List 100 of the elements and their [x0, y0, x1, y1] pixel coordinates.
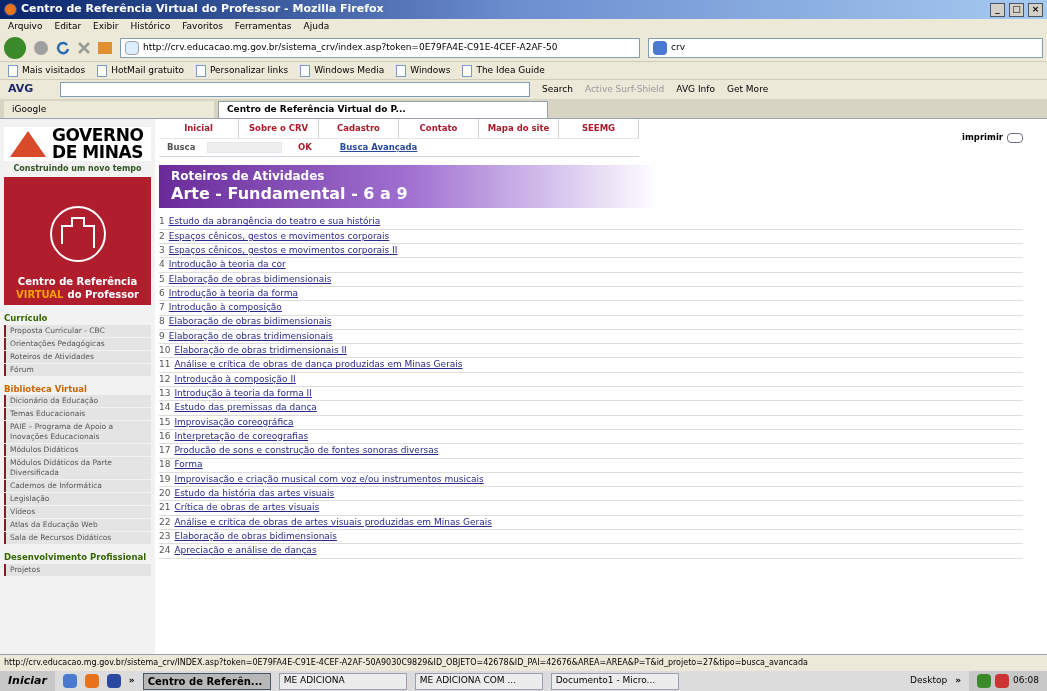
menu-item[interactable]: Histórico — [130, 19, 171, 34]
building-drawing — [47, 204, 108, 264]
top-nav-link[interactable]: Contato — [399, 119, 479, 138]
taskbar-button[interactable]: ME ADICIONA — [278, 672, 407, 690]
activity-link[interactable]: Introdução à teoria da forma II — [174, 386, 312, 401]
toolbar-button[interactable]: Search — [542, 82, 573, 97]
activity-link[interactable]: Improvisação e criação musical com voz e/ou instrumentos musicais — [174, 472, 484, 487]
activity-link[interactable]: Elaboração de obras tridimensionais — [168, 329, 333, 344]
search-label: Busca — [166, 140, 197, 154]
sidebar-heading: Biblioteca Virtual — [4, 383, 88, 395]
window-control[interactable]: □ — [1009, 2, 1024, 17]
activity-number: 24 — [159, 544, 171, 558]
stop-icon[interactable] — [78, 41, 90, 54]
crv-title: Centro de Referência — [17, 276, 138, 289]
activity-number: 15 — [159, 415, 171, 429]
menu-item[interactable]: Ferramentas — [234, 19, 292, 34]
activity-number: 5 — [159, 272, 165, 286]
activity-number: 13 — [159, 386, 171, 400]
activity-link[interactable]: Estudo da abrangência do teatro e sua história — [168, 215, 381, 229]
activity-link[interactable]: Interpretação de coreografias — [174, 429, 309, 444]
top-nav-link[interactable]: SEEMG — [559, 119, 639, 138]
taskbar-button[interactable]: Documento1 - Micro... — [550, 672, 679, 690]
activity-number: 8 — [159, 315, 165, 329]
activity-link[interactable]: Elaboração de obras tridimensionais II — [174, 344, 347, 358]
browser-tab[interactable]: Centro de Referência Virtual do P... — [218, 101, 548, 118]
search-field[interactable]: crv — [648, 37, 1043, 58]
advanced-search-link[interactable]: Busca Avançada — [339, 140, 418, 154]
avg-search-field[interactable] — [60, 82, 530, 97]
start-button[interactable]: Iniciar — [0, 671, 55, 691]
logo-text: DE MINAS — [52, 144, 144, 161]
activity-link[interactable]: Forma — [174, 458, 203, 472]
bookmark[interactable]: HotMail gratuito — [97, 63, 184, 78]
tray-chevron[interactable]: » — [955, 674, 962, 688]
activity-link[interactable]: Análise e crítica de obras de dança produzidas em Minas Gerais — [174, 358, 463, 372]
activity-number: 16 — [159, 429, 171, 443]
activity-number: 10 — [159, 344, 171, 358]
taskbar-button[interactable]: ME ADICIONA COM ... — [414, 672, 543, 690]
bookmark[interactable]: The Idea Guide — [462, 63, 545, 78]
site-search-field[interactable] — [207, 141, 282, 153]
reload-icon[interactable] — [56, 40, 70, 55]
window-title: Centro de Referência Virtual do Professor - Mozilla Firefox — [21, 1, 385, 18]
menu-item[interactable]: Favoritos — [182, 19, 223, 34]
triangle-logo-icon — [8, 129, 48, 159]
menu-item[interactable]: Arquivo — [8, 19, 43, 34]
activity-link[interactable]: Estudo da história das artes visuais — [174, 487, 335, 501]
activity-number: 4 — [159, 258, 165, 272]
activity-link[interactable]: Apreciação e análise de danças — [174, 544, 317, 558]
logo-text: GOVERNO — [52, 127, 144, 144]
taskbar-button[interactable]: Centro de Referên... — [142, 672, 271, 690]
activity-link[interactable]: Producão de sons e construção de fontes sonoras diversas — [174, 444, 439, 458]
avg-logo[interactable]: AVG — [8, 81, 48, 98]
activity-link[interactable]: Improvisação coreográfica — [174, 415, 294, 430]
activity-number: 20 — [159, 487, 171, 501]
toolbar-button[interactable]: AVG Info — [676, 82, 715, 97]
activity-number: 7 — [159, 301, 165, 315]
activity-number: 6 — [159, 286, 165, 300]
page-icon — [125, 40, 139, 55]
menu-item[interactable]: Editar — [54, 19, 82, 34]
banner-subtitle: Arte - Fundamental - 6 a 9 — [171, 183, 409, 204]
toolbar-button[interactable]: Get More — [726, 82, 769, 97]
activity-link[interactable]: Introdução à teoria da cor — [168, 258, 286, 272]
top-nav-link[interactable]: Cadastro — [319, 119, 399, 138]
activity-link[interactable]: Espaços cênicos, gestos e movimentos corporais — [168, 229, 390, 244]
activity-number: 22 — [159, 515, 171, 529]
banner-title: Roteiros de Atividades — [171, 168, 326, 184]
top-nav-link[interactable]: Sobre o CRV — [239, 119, 319, 138]
menu-item[interactable]: Exibir — [93, 19, 119, 34]
activity-number: 3 — [159, 244, 165, 257]
window-control[interactable]: _ — [990, 2, 1005, 17]
top-nav-link[interactable]: Mapa do site — [479, 119, 559, 138]
activity-number: 11 — [159, 358, 171, 372]
browser-tab[interactable]: iGoogle — [4, 101, 214, 118]
activity-link[interactable]: Elaboração de obras bidimensionais — [174, 529, 338, 544]
top-nav-link[interactable]: Inicial — [159, 119, 239, 138]
activity-number: 1 — [159, 215, 165, 229]
activity-number: 2 — [159, 229, 165, 243]
address-field[interactable]: http://crv.educacao.mg.gov.br/sistema_crv/index.asp?token=0E79FA4E-C91E-4CEF-A2AF-50 — [120, 37, 640, 58]
bookmark[interactable]: Windows Media — [300, 63, 385, 78]
activity-link[interactable]: Introdução à composição — [168, 301, 282, 315]
window-control[interactable]: × — [1028, 2, 1043, 17]
desktop-label[interactable]: Desktop — [910, 674, 948, 688]
activity-link[interactable]: Estudo das premissas da dança — [174, 401, 317, 415]
activity-link[interactable]: Espaços cênicos, gestos e movimentos corporais II — [168, 244, 398, 258]
activity-link[interactable]: Análise e crítica de obras de artes visuais produzidas em Minas Gerais — [174, 515, 492, 530]
activity-link[interactable]: Elaboração de obras bidimensionais — [168, 272, 332, 287]
bookmark[interactable]: Windows — [396, 63, 451, 78]
chevron[interactable]: » — [128, 674, 135, 688]
slogan: Construindo um novo tempo — [12, 163, 143, 175]
activity-link[interactable]: Introdução à composição II — [174, 372, 296, 387]
sidebar-heading: Desenvolvimento Profissional — [4, 552, 148, 563]
activity-link[interactable]: Elaboração de obras bidimensionais — [168, 315, 332, 329]
activity-link[interactable]: Crítica de obras de artes visuais — [174, 501, 320, 515]
status-text: http://crv.educacao.mg.gov.br/sistema_crv/INDEX.asp?token=0E79FA4E-C91E-4CEF-A2AF-50A9030C9829&ID_OBJETO=42678&ID_PAI=42676&AREA=AREA&P=T&id_projeto=27&tipo=busca_avancada — [4, 657, 808, 669]
bookmark[interactable]: Personalizar links — [195, 63, 289, 78]
print-link[interactable]: imprimir — [962, 131, 1003, 145]
sidebar-heading: Currículo — [4, 313, 49, 324]
bookmark[interactable]: Mais visitados — [8, 63, 86, 78]
menu-item[interactable]: Ajuda — [303, 19, 330, 34]
ok-button[interactable]: OK — [290, 140, 320, 154]
activity-link[interactable]: Introdução à teoria da forma — [168, 286, 298, 301]
